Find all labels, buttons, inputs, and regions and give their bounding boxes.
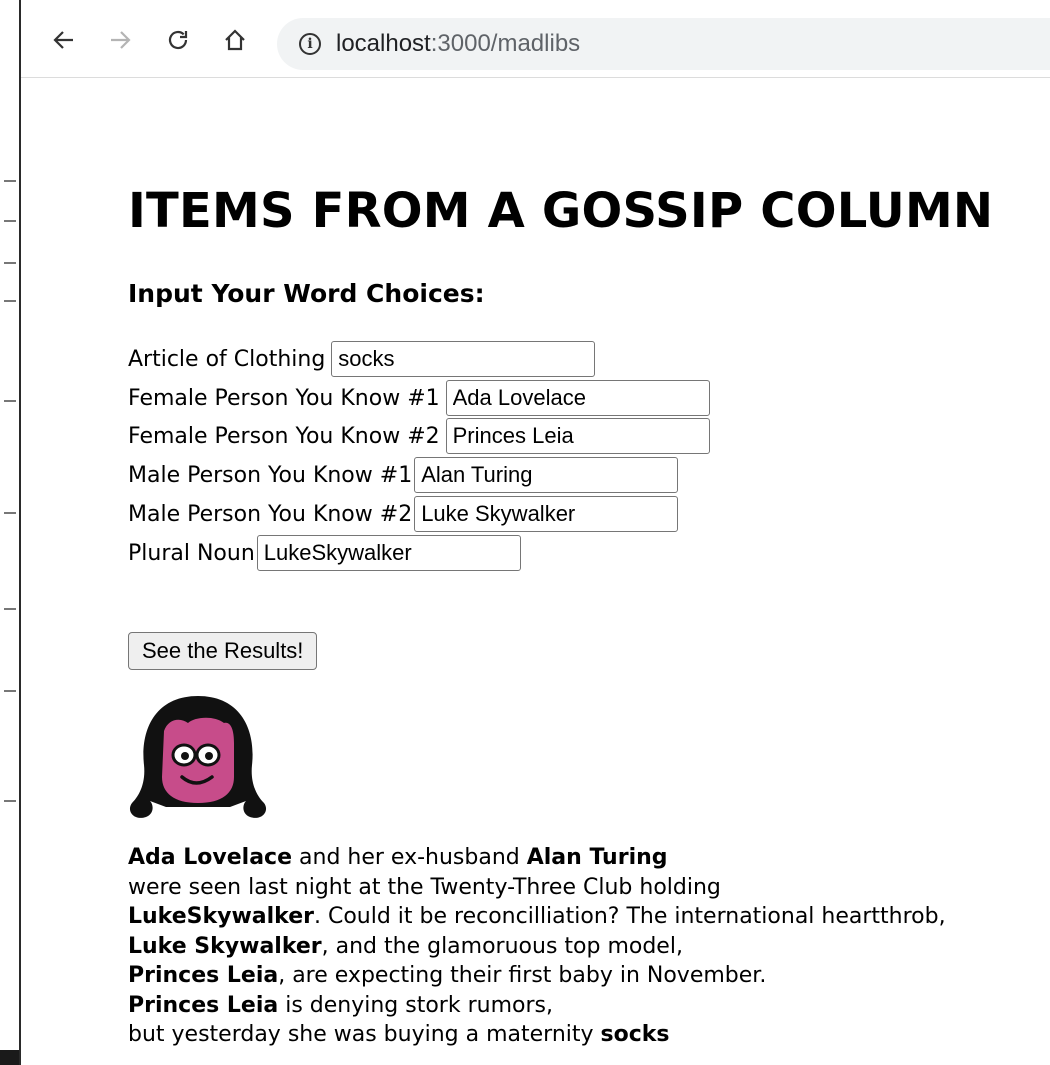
clothing-input[interactable] [331, 341, 596, 377]
browser-toolbar: i localhost:3000/madlibs [21, 0, 1050, 78]
plural-noun-label: Plural Noun [128, 540, 255, 566]
form-row-clothing: Article of Clothing [128, 340, 596, 378]
result-male1: Alan Turing [526, 845, 668, 870]
female1-input[interactable] [445, 380, 710, 416]
result-female1: Ada Lovelace [128, 845, 293, 870]
see-results-button[interactable]: See the Results! [128, 632, 318, 670]
result-male2: Luke Skywalker [128, 933, 322, 959]
male1-input[interactable] [414, 457, 679, 493]
forward-arrow-icon[interactable] [102, 22, 138, 58]
background-window-edge [0, 0, 21, 1065]
cartoon-woman-avatar-icon [129, 696, 267, 818]
form-row-female1: Female Person You Know #1 [128, 379, 710, 417]
male1-label: Male Person You Know #1 [128, 462, 413, 488]
site-info-icon[interactable]: i [299, 33, 321, 55]
clothing-label: Article of Clothing [128, 346, 326, 372]
home-icon[interactable] [217, 22, 253, 58]
result-female2: Princes Leia [128, 963, 279, 988]
result-female2-repeat: Princes Leia [128, 992, 279, 1018]
form-row-female2: Female Person You Know #2 [128, 417, 710, 455]
male2-label: Male Person You Know #2 [128, 501, 413, 527]
back-arrow-icon[interactable] [46, 22, 82, 58]
reload-icon[interactable] [160, 22, 196, 58]
female2-input[interactable] [445, 418, 710, 454]
page-title: ITEMS FROM A GOSSIP COLUMN [128, 183, 994, 239]
form-row-male1: Male Person You Know #1 [128, 456, 679, 494]
madlib-result: Ada Lovelace and her ex-husband Alan Tur… [128, 845, 946, 1047]
result-plural-noun: LukeSkywalker [128, 904, 314, 929]
form-row-plural-noun: Plural Noun [128, 534, 521, 572]
male2-input[interactable] [414, 496, 679, 532]
female2-label: Female Person You Know #2 [128, 423, 440, 449]
female1-label: Female Person You Know #1 [128, 385, 440, 411]
form-heading: Input Your Word Choices: [128, 279, 485, 308]
url-text[interactable]: localhost:3000/madlibs [336, 30, 580, 58]
address-bar[interactable]: i localhost:3000/madlibs [277, 18, 1050, 70]
plural-noun-input[interactable] [256, 535, 521, 571]
result-clothing: socks [600, 1022, 670, 1047]
form-row-male2: Male Person You Know #2 [128, 495, 679, 533]
